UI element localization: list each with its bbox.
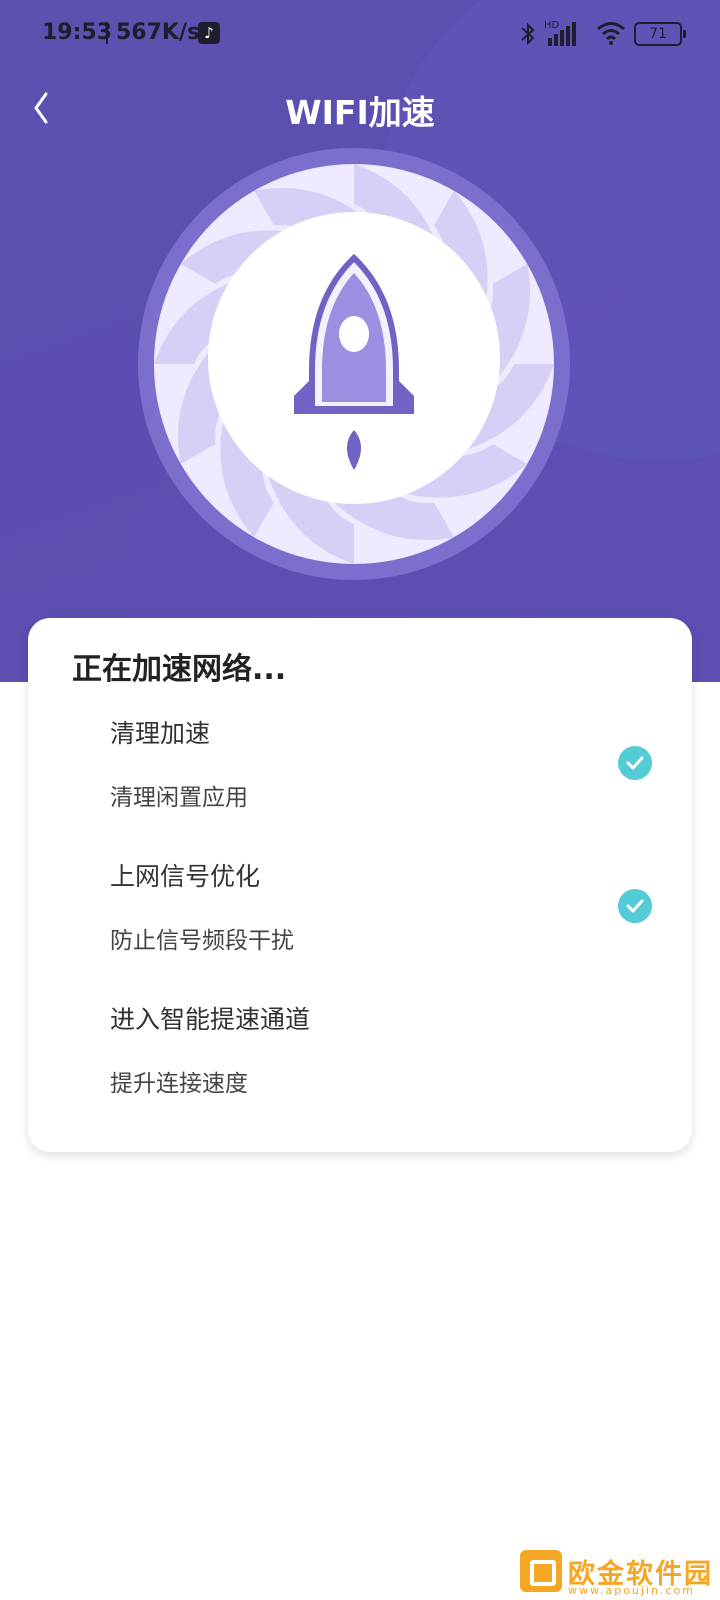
signal-hd-icon: HD [544,20,576,46]
battery-level: 71 [649,26,667,42]
step-description: 防止信号频段干扰 [110,928,294,954]
speed-boost-graphic [138,148,570,580]
bluetooth-icon [521,22,535,46]
card-title: 正在加速网络... [72,652,287,687]
step-title: 上网信号优化 [110,862,261,891]
check-icon [618,889,652,923]
acceleration-card: 正在加速网络... 清理加速 清理闲置应用 上网信号优化 防止信号频段干扰 进入… [28,618,692,1152]
status-divider [106,22,108,44]
status-bar: 19:53 567K/s ♪ HD 71 [0,0,720,70]
status-net-speed: 567K/s [116,20,201,45]
step-item-signal: 上网信号优化 防止信号频段干扰 [110,857,670,997]
step-title: 进入智能提速通道 [110,1005,311,1034]
wifi-icon [597,22,625,45]
svg-text:HD: HD [544,20,560,31]
watermark-logo-icon [520,1550,562,1592]
battery-icon: 71 [634,22,686,46]
step-title: 清理加速 [110,719,211,748]
step-description: 提升连接速度 [110,1071,248,1097]
tiktok-icon: ♪ [198,22,220,44]
step-item-clean: 清理加速 清理闲置应用 [110,714,670,854]
step-item-channel: 进入智能提速通道 提升连接速度 [110,1000,670,1140]
step-description: 清理闲置应用 [110,785,248,811]
status-time: 19:53 [42,20,113,45]
page-title: WIFI加速 [285,93,435,132]
watermark-url: www.apoujin.com [568,1584,695,1597]
watermark: 欧金软件园 www.apoujin.com [520,1550,720,1600]
check-icon [618,746,652,780]
